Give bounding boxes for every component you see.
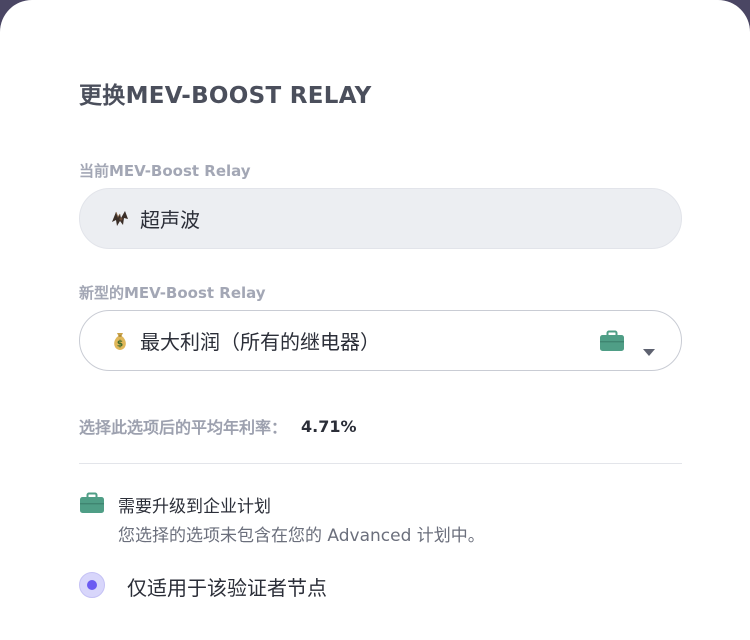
rate-value: 4.71% [301, 416, 357, 436]
bat-icon [108, 207, 132, 231]
scope-radio[interactable] [79, 572, 105, 598]
current-relay-field: 超声波 [79, 188, 682, 249]
divider [79, 463, 682, 464]
money-bag-icon: $ [108, 329, 132, 353]
change-relay-modal: 更换MEV-BOOST RELAY 当前MEV-Boost Relay 超声波 … [0, 0, 750, 640]
new-relay-select[interactable]: $ 最大利润（所有的继电器） [79, 310, 682, 371]
rate-label: 选择此选项后的平均年利率： [79, 418, 288, 437]
new-relay-value: 最大利润（所有的继电器） [140, 330, 380, 354]
current-relay-value: 超声波 [140, 208, 200, 232]
modal-title: 更换MEV-BOOST RELAY [79, 83, 372, 109]
scope-radio-label[interactable]: 仅适用于该验证者节点 [127, 572, 327, 601]
briefcase-icon [599, 330, 625, 357]
svg-text:$: $ [117, 339, 123, 349]
new-relay-label: 新型的MEV-Boost Relay [79, 284, 266, 302]
rate-row: 选择此选项后的平均年利率： 4.71% [79, 414, 357, 438]
upgrade-description: 您选择的选项未包含在您的 Advanced 计划中。 [118, 526, 485, 546]
briefcase-icon [79, 492, 105, 518]
upgrade-title: 需要升级到企业计划 [118, 497, 271, 517]
radio-selected-dot [87, 580, 97, 590]
current-relay-label: 当前MEV-Boost Relay [79, 162, 251, 180]
caret-down-icon[interactable] [643, 338, 655, 362]
